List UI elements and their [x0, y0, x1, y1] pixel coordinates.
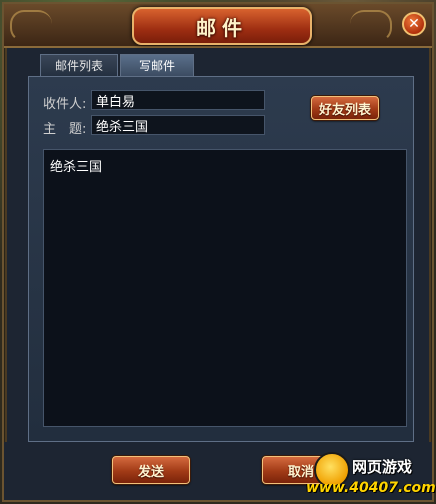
watermark-line1: 网页游戏	[352, 458, 413, 476]
send-button-label: 发送	[137, 464, 164, 480]
subject-input[interactable]	[91, 115, 265, 135]
watermark-line2: www.40407.com	[306, 480, 436, 496]
mail-body-textarea[interactable]: 绝杀三国	[43, 149, 407, 427]
tab-write-mail[interactable]: 写邮件	[120, 54, 194, 76]
tab-write-mail-label: 写邮件	[138, 59, 175, 73]
mail-window: 邮件 ✕ 邮件列表 写邮件 收件人: 主 题: 好友列表 绝杀三国 发送 取消	[2, 2, 434, 502]
friends-list-button-label: 好友列表	[318, 102, 371, 118]
site-watermark: 网页游戏 www.40407.com	[296, 446, 436, 504]
recipient-label: 收件人:	[43, 97, 87, 112]
title-bar[interactable]: 邮件 ✕	[4, 4, 432, 48]
compose-panel: 收件人: 主 题: 好友列表 绝杀三国	[28, 76, 414, 442]
ornament-right-icon	[350, 10, 392, 42]
send-button[interactable]: 发送	[112, 456, 190, 484]
subject-label: 主 题:	[43, 122, 87, 137]
tab-mail-list[interactable]: 邮件列表	[40, 54, 118, 76]
close-button[interactable]: ✕	[402, 12, 426, 36]
close-icon: ✕	[408, 16, 420, 32]
ornament-left-icon	[10, 10, 52, 42]
window-title: 邮件	[196, 15, 248, 40]
friends-list-button[interactable]: 好友列表	[311, 96, 379, 120]
recipient-input[interactable]	[91, 90, 265, 110]
title-plate: 邮件	[132, 7, 312, 45]
tab-mail-list-label: 邮件列表	[54, 59, 103, 73]
